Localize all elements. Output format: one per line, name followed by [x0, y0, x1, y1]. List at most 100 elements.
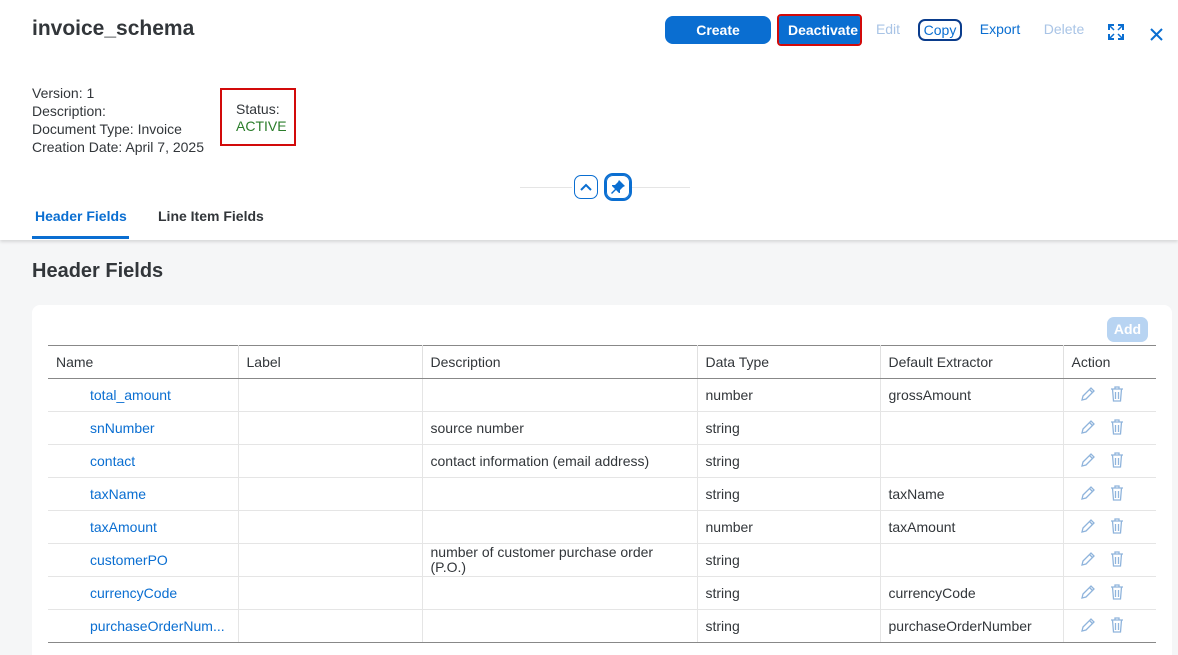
field-description: contact information (email address) — [422, 444, 698, 478]
field-description — [422, 576, 698, 610]
field-default-extractor: purchaseOrderNumber — [880, 609, 1064, 643]
creation-date-text: Creation Date: April 7, 2025 — [32, 139, 204, 155]
field-data-type: string — [697, 411, 881, 445]
object-page-header: invoice_schema Create Version Deactivate… — [0, 0, 1178, 240]
field-data-type: string — [697, 543, 881, 577]
field-label — [238, 411, 423, 445]
delete-icon[interactable] — [1110, 550, 1124, 570]
field-name-link[interactable]: customerPO — [48, 543, 239, 577]
edit-icon[interactable] — [1080, 386, 1096, 405]
field-default-extractor: grossAmount — [880, 378, 1064, 412]
table-row[interactable]: total_amount number grossAmount — [48, 378, 1156, 412]
create-version-button[interactable]: Create Version — [665, 16, 771, 64]
copy-button[interactable]: Copy — [918, 19, 962, 41]
tab-line-item-fields[interactable]: Line Item Fields — [158, 208, 264, 224]
edit-icon[interactable] — [1080, 617, 1096, 636]
field-default-extractor — [880, 543, 1064, 577]
field-default-extractor — [880, 411, 1064, 445]
column-header-default-extractor: Default Extractor — [880, 345, 1064, 379]
delete-button[interactable]: Delete — [1040, 16, 1088, 44]
field-description: number of customer purchase order (P.O.) — [422, 543, 698, 577]
field-description: source number — [422, 411, 698, 445]
row-actions — [1063, 411, 1156, 445]
tab-header-fields[interactable]: Header Fields — [35, 208, 127, 224]
field-label — [238, 477, 423, 511]
field-default-extractor — [880, 444, 1064, 478]
field-label — [238, 510, 423, 544]
field-name-link[interactable]: taxName — [48, 477, 239, 511]
column-header-action: Action — [1063, 345, 1156, 379]
edit-icon[interactable] — [1080, 452, 1096, 471]
edit-icon[interactable] — [1080, 518, 1096, 537]
collapse-header-button[interactable] — [574, 175, 598, 199]
header-fields-table: Name Label Description Data Type Default… — [48, 345, 1156, 643]
section-title: Header Fields — [32, 260, 164, 282]
field-label — [238, 378, 423, 412]
export-button[interactable]: Export — [975, 16, 1025, 44]
divider — [632, 187, 690, 188]
field-data-type: string — [697, 477, 881, 511]
table-row[interactable]: taxName string taxName — [48, 477, 1156, 511]
field-data-type: string — [697, 576, 881, 610]
field-name-link[interactable]: taxAmount — [48, 510, 239, 544]
edit-icon[interactable] — [1080, 551, 1096, 570]
field-name-link[interactable]: currencyCode — [48, 576, 239, 610]
delete-icon[interactable] — [1110, 583, 1124, 603]
table-row[interactable]: customerPO number of customer purchase or… — [48, 543, 1156, 577]
field-data-type: string — [697, 444, 881, 478]
column-header-data-type: Data Type — [697, 345, 881, 379]
header-toolbar: Create Version Deactivate Edit Copy Expo… — [0, 14, 1178, 64]
field-description — [422, 510, 698, 544]
field-description — [422, 477, 698, 511]
status-block: Status: ACTIVE — [220, 88, 296, 146]
table-row[interactable]: taxAmount number taxAmount — [48, 510, 1156, 544]
pin-header-button[interactable] — [604, 173, 632, 201]
row-actions — [1063, 510, 1156, 544]
table-row[interactable]: snNumber source number string — [48, 411, 1156, 445]
delete-icon[interactable] — [1110, 418, 1124, 438]
divider — [520, 187, 572, 188]
table-row[interactable]: purchaseOrderNum... string purchaseOrderNu… — [48, 609, 1156, 643]
table-row[interactable]: contact contact information (email addres… — [48, 444, 1156, 478]
deactivate-button[interactable]: Deactivate — [777, 14, 862, 46]
field-default-extractor: currencyCode — [880, 576, 1064, 610]
delete-icon[interactable] — [1110, 616, 1124, 636]
delete-icon[interactable] — [1110, 484, 1124, 504]
row-actions — [1063, 543, 1156, 577]
add-button[interactable]: Add — [1107, 317, 1148, 342]
field-label — [238, 543, 423, 577]
field-data-type: number — [697, 378, 881, 412]
field-label — [238, 609, 423, 643]
status-label: Status: — [236, 101, 280, 117]
table-row[interactable]: currencyCode string currencyCode — [48, 576, 1156, 610]
column-header-description: Description — [422, 345, 698, 379]
active-tab-indicator — [32, 236, 129, 239]
delete-icon[interactable] — [1110, 451, 1124, 471]
field-name-link[interactable]: contact — [48, 444, 239, 478]
pin-icon — [611, 180, 625, 194]
table-header-row: Name Label Description Data Type Default… — [48, 345, 1156, 379]
delete-icon[interactable] — [1110, 385, 1124, 405]
header-meta: Version: 1 Description: Document Type: I… — [32, 84, 204, 156]
close-icon[interactable] — [1147, 16, 1165, 44]
edit-icon[interactable] — [1080, 419, 1096, 438]
row-actions — [1063, 477, 1156, 511]
field-name-link[interactable]: snNumber — [48, 411, 239, 445]
field-default-extractor: taxName — [880, 477, 1064, 511]
chevron-up-icon — [580, 183, 592, 191]
field-data-type: string — [697, 609, 881, 643]
row-actions — [1063, 444, 1156, 478]
version-text: Version: 1 — [32, 85, 95, 101]
row-actions — [1063, 576, 1156, 610]
edit-icon[interactable] — [1080, 485, 1096, 504]
field-name-link[interactable]: purchaseOrderNum... — [48, 609, 239, 643]
full-screen-icon[interactable] — [1106, 16, 1126, 44]
edit-icon[interactable] — [1080, 584, 1096, 603]
delete-icon[interactable] — [1110, 517, 1124, 537]
field-label — [238, 444, 423, 478]
field-name-link[interactable]: total_amount — [48, 378, 239, 412]
field-label — [238, 576, 423, 610]
column-header-label: Label — [238, 345, 423, 379]
edit-button[interactable]: Edit — [872, 16, 904, 44]
field-default-extractor: taxAmount — [880, 510, 1064, 544]
